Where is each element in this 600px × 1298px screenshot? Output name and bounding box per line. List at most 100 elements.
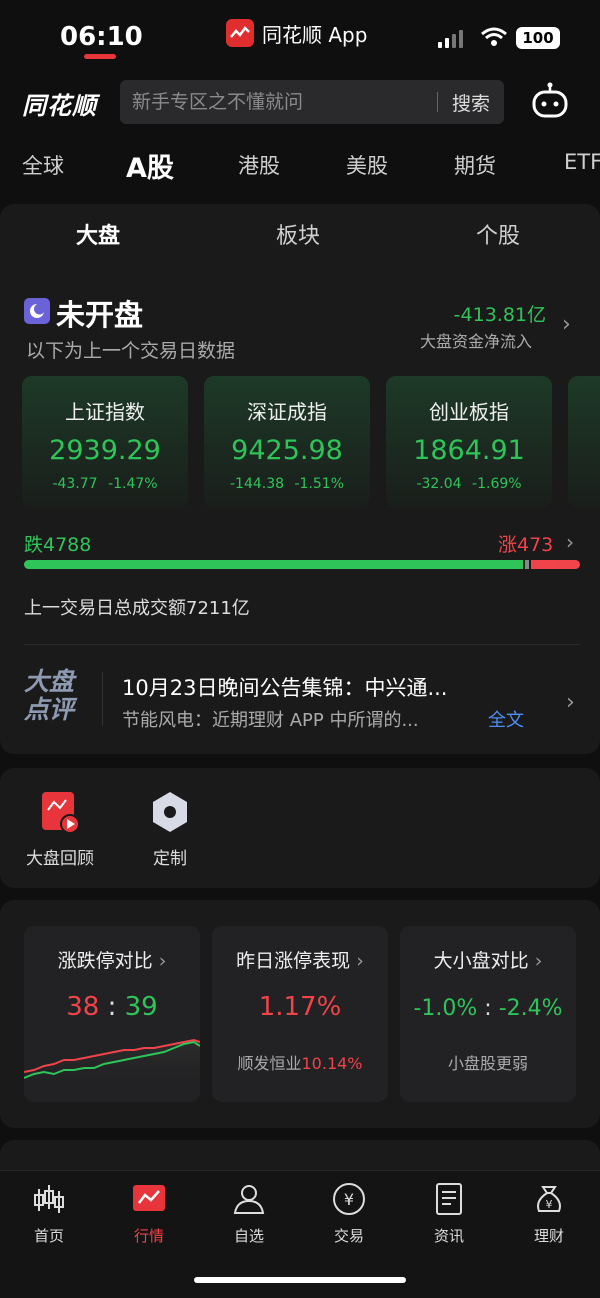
ratio-separator: :: [484, 996, 492, 1021]
nav-label: 资讯: [433, 1227, 464, 1245]
stat-title: 昨日涨停表现: [236, 950, 351, 972]
status-time: 06:10: [60, 22, 143, 52]
breadth-rise-segment: [530, 560, 580, 569]
svg-text:¥: ¥: [546, 1198, 553, 1211]
fall-count: 跌4788: [24, 534, 92, 556]
nav-home[interactable]: 首页: [14, 1181, 84, 1246]
candlestick-icon: [34, 1185, 64, 1213]
net-flow-value[interactable]: -413.81亿: [444, 300, 546, 327]
yesterday-limit-up-card[interactable]: 昨日涨停表现 › 1.17% 顺发恒业10.14%: [212, 926, 388, 1102]
app-logo-icon: [226, 19, 254, 47]
index-name: 上证指数: [65, 400, 145, 424]
brand-logo[interactable]: 同花顺: [22, 86, 97, 121]
index-price: 1864.91: [413, 435, 525, 466]
hexagon-gear-icon: [150, 790, 190, 834]
tab-overview[interactable]: 大盘: [76, 218, 120, 250]
moon-icon: [24, 298, 50, 324]
cap-compare-note: 小盘股更弱: [447, 1054, 528, 1073]
badge-line-1: 大盘: [24, 667, 75, 696]
breadth-fall-segment: [24, 560, 523, 569]
index-card-partial[interactable]: [568, 376, 600, 508]
index-card-szse[interactable]: 深证成指 9425.98 -144.38 -1.51%: [204, 376, 370, 508]
index-pct: -1.69%: [472, 476, 522, 492]
limit-compare-card[interactable]: 涨跌停对比 › 38 : 39: [24, 926, 200, 1102]
index-change: -144.38: [229, 476, 285, 492]
breadth-ratio-bar: [24, 560, 580, 569]
active-tab-indicator: [84, 54, 116, 59]
tab-global[interactable]: 全球: [22, 150, 64, 180]
news-subtitle[interactable]: 节能风电：近期理财 APP 中所谓的...: [122, 706, 419, 732]
index-pct: -1.51%: [294, 476, 345, 492]
nav-label: 理财: [533, 1227, 564, 1245]
nav-market[interactable]: 行情: [114, 1181, 184, 1246]
chevron-right-icon: ›: [158, 950, 167, 972]
chevron-right-icon[interactable]: ›: [566, 530, 574, 554]
cellular-signal-icon: [438, 30, 463, 48]
tool-label: 定制: [153, 849, 187, 869]
nav-news[interactable]: 资讯: [414, 1181, 484, 1246]
tab-futures[interactable]: 期货: [454, 150, 496, 180]
index-change: -32.04: [416, 476, 462, 492]
robot-assistant-icon[interactable]: [530, 82, 570, 126]
wifi-icon: [480, 26, 508, 52]
cap-compare-card[interactable]: 大小盘对比 › -1.0% : -2.4% 小盘股更弱: [400, 926, 576, 1102]
top-stock-gain: 10.14%: [301, 1054, 363, 1073]
tab-hk[interactable]: 港股: [238, 150, 280, 180]
divider: [24, 644, 580, 645]
chevron-right-icon[interactable]: ›: [562, 312, 571, 337]
svg-text:¥: ¥: [344, 1190, 354, 1209]
limit-down-count: 39: [124, 992, 158, 1022]
market-comment-badge: 大盘 点评: [24, 668, 88, 730]
full-text-link[interactable]: 全文: [488, 706, 524, 732]
chevron-right-icon: ›: [534, 950, 543, 972]
market-review-icon: [40, 790, 80, 834]
nav-wealth[interactable]: ¥ 理财: [514, 1181, 584, 1246]
nav-label: 交易: [333, 1227, 364, 1245]
nav-label: 行情: [133, 1227, 164, 1245]
turnover-text: 上一交易日总成交额7211亿: [24, 598, 250, 619]
tab-a-share[interactable]: A股: [126, 146, 174, 185]
chevron-right-icon: ›: [356, 950, 364, 972]
index-card-sse[interactable]: 上证指数 2939.29 -43.77 -1.47%: [22, 376, 188, 508]
news-title[interactable]: 10月23日晚间公告集锦：中兴通...: [122, 672, 447, 702]
badge-line-2: 点评: [24, 695, 75, 724]
limit-up-count: 38: [66, 992, 100, 1022]
nav-label: 首页: [33, 1227, 64, 1245]
stat-title: 涨跌停对比: [57, 950, 153, 972]
tool-label: 大盘回顾: [26, 849, 94, 869]
tab-etf[interactable]: ETF: [564, 150, 600, 174]
tab-sectors[interactable]: 板块: [276, 218, 320, 250]
stat-title: 大小盘对比: [433, 950, 529, 972]
app-name: 同花顺 App: [262, 22, 368, 47]
market-review-button[interactable]: 大盘回顾: [20, 790, 100, 869]
rise-count[interactable]: 涨473: [498, 530, 553, 557]
nav-label: 自选: [233, 1227, 264, 1245]
small-cap-change: -2.4%: [498, 996, 563, 1021]
yuan-icon: ¥: [333, 1183, 365, 1215]
market-status-title: 未开盘: [56, 298, 144, 332]
tab-us[interactable]: 美股: [346, 150, 388, 180]
top-stock-name: 顺发恒业: [237, 1054, 302, 1073]
app-indicator: 同花顺 App: [226, 18, 367, 48]
money-bag-icon: ¥: [537, 1186, 561, 1212]
nav-watchlist[interactable]: 自选: [214, 1181, 284, 1246]
user-icon: [233, 1185, 265, 1214]
search-button[interactable]: 搜索: [438, 89, 504, 116]
index-card-chinext[interactable]: 创业板指 1864.91 -32.04 -1.69%: [386, 376, 552, 508]
battery-icon: 100: [516, 27, 560, 49]
index-name: 深证成指: [247, 400, 327, 424]
index-price: 9425.98: [231, 435, 343, 466]
search-bar[interactable]: 搜索: [120, 80, 504, 124]
nav-trade[interactable]: ¥ 交易: [314, 1181, 384, 1246]
document-icon: [436, 1183, 462, 1215]
sub-tabs: 大盘 板块 个股: [0, 204, 600, 266]
chevron-right-icon[interactable]: ›: [566, 690, 575, 715]
net-flow-label[interactable]: 大盘资金净流入: [420, 328, 532, 352]
search-input[interactable]: [120, 91, 437, 113]
breadth-flat-segment: [524, 560, 529, 569]
market-status-note: 以下为上一个交易日数据: [26, 340, 236, 362]
home-indicator[interactable]: [194, 1277, 406, 1283]
divider: [102, 672, 103, 726]
tab-stocks[interactable]: 个股: [476, 218, 520, 250]
customize-button[interactable]: 定制: [130, 790, 210, 869]
